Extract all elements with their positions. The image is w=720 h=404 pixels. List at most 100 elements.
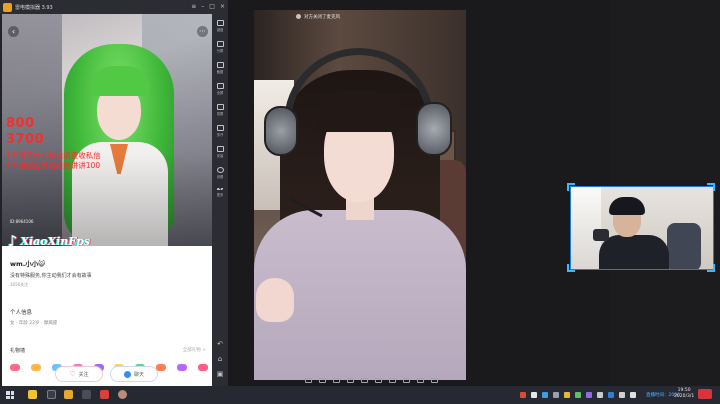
- app-grey-icon[interactable]: [82, 390, 91, 399]
- webcam-chair: [667, 223, 701, 269]
- back-icon[interactable]: ‹: [8, 26, 19, 37]
- desktop: 雷电模拟器 3.93 ≡ – □ × ‹ ⋯ 800 3700 1个哥哥什么私信…: [0, 0, 720, 404]
- profile-info: 女 · 年龄 22岁 · 摩羯座: [10, 321, 58, 326]
- toolbar-label: 全屏: [216, 91, 224, 95]
- tray-app-icon[interactable]: [564, 391, 570, 398]
- chat-icon: [123, 370, 131, 378]
- app-red-icon[interactable]: [100, 390, 109, 399]
- toolbar-settings[interactable]: 设置: [212, 167, 228, 179]
- more-icon[interactable]: ⋯: [197, 26, 208, 37]
- more-icon: [216, 188, 224, 191]
- emulator-logo-icon: [3, 2, 12, 12]
- emulator-titlebar[interactable]: 雷电模拟器 3.93 ≡ – □ ×: [0, 0, 228, 14]
- webcam-corner: [567, 264, 575, 272]
- tray-app-icon[interactable]: [542, 391, 548, 398]
- toolbar-screenshot[interactable]: 截图: [212, 62, 228, 74]
- main-video-feed[interactable]: [254, 10, 466, 380]
- taskbar-clock[interactable]: 19:50 2020/3/1: [674, 388, 694, 400]
- video-hand: [256, 278, 294, 322]
- mic-icon[interactable]: [333, 378, 340, 383]
- tray-app-icon[interactable]: [520, 391, 526, 398]
- minimize-button[interactable]: –: [201, 2, 204, 11]
- webcam-body: [599, 235, 669, 269]
- gift-wall: [10, 364, 208, 371]
- profile-section-title: 个人信息: [10, 310, 33, 316]
- fullscreen-icon: [216, 83, 224, 89]
- recent-apps-icon[interactable]: ▣: [216, 370, 224, 378]
- tray-app-icon[interactable]: [531, 391, 537, 398]
- home-icon[interactable]: ⌂: [216, 355, 224, 363]
- tray-app-icon[interactable]: [619, 391, 625, 398]
- notification-icon[interactable]: [698, 389, 712, 399]
- tray-app-icon[interactable]: [586, 391, 592, 398]
- gift-icon[interactable]: [177, 364, 187, 371]
- app-avatar-icon[interactable]: [118, 390, 127, 399]
- settings-icon[interactable]: [417, 378, 424, 383]
- install-icon: [216, 146, 224, 152]
- windows-start-icon[interactable]: [6, 391, 14, 399]
- toolbar-keyboard[interactable]: 键盘: [212, 20, 228, 32]
- tray-app-icon[interactable]: [630, 391, 636, 398]
- more-icon[interactable]: [431, 378, 438, 383]
- headset-cup-right: [416, 102, 452, 156]
- toolbar-split[interactable]: 分屏: [212, 41, 228, 53]
- record-icon: [216, 104, 224, 110]
- webcam-corner: [707, 183, 715, 191]
- gift-icon[interactable]: [361, 378, 368, 383]
- system-tray: [520, 390, 636, 399]
- tray-app-icon[interactable]: [597, 391, 603, 398]
- toolbar-label: 录屏: [216, 112, 224, 116]
- gift-wall-title: 礼物墙: [10, 348, 26, 354]
- menu-button[interactable]: ≡: [191, 2, 196, 11]
- toolbar-label: 多开: [216, 133, 224, 137]
- follow-button[interactable]: ♡ 关注: [55, 366, 103, 382]
- video-icon[interactable]: [347, 378, 354, 383]
- camera-icon[interactable]: [319, 378, 326, 383]
- streamer-webcam[interactable]: [570, 186, 714, 270]
- gift-icon[interactable]: [197, 364, 208, 371]
- toolbar-more[interactable]: 更多: [212, 188, 228, 197]
- search-app-icon[interactable]: [47, 390, 56, 399]
- chat-button[interactable]: 聊天: [110, 366, 158, 382]
- back-icon[interactable]: ↶: [216, 340, 224, 348]
- webcam-corner: [567, 183, 575, 191]
- window-controls: ≡ – □ ×: [191, 2, 225, 11]
- grid-icon[interactable]: [389, 378, 396, 383]
- toolbar-multi[interactable]: 多开: [212, 125, 228, 137]
- close-button[interactable]: ×: [220, 2, 225, 11]
- video-controls: [305, 376, 438, 385]
- toolbar-label: 截图: [216, 70, 224, 74]
- webcam-mic: [593, 229, 609, 241]
- tray-app-icon[interactable]: [575, 391, 581, 398]
- toolbar-label: 分屏: [216, 49, 224, 53]
- gift-icon[interactable]: [30, 364, 41, 371]
- maximize-button[interactable]: □: [209, 2, 215, 11]
- screen-icon[interactable]: [305, 378, 312, 383]
- gift-icon[interactable]: [156, 364, 167, 371]
- gift-wall-more-link[interactable]: 全部礼物 >: [183, 347, 206, 353]
- watermark-id: ID:8964106: [10, 219, 34, 224]
- toolbar-install[interactable]: 安装: [212, 146, 228, 158]
- gift-icon[interactable]: [10, 364, 20, 371]
- toolbar-label: 设置: [216, 175, 224, 179]
- folder-app-icon[interactable]: [64, 390, 73, 399]
- emulator-sidebar: 键盘 分屏 截图 全屏 录屏 多开 安装 设置 更多 ↶ ⌂ ▣: [212, 14, 228, 386]
- video-status-bar: 对方关闭了麦克风: [296, 12, 422, 21]
- emulator-window: 雷电模拟器 3.93 ≡ – □ × ‹ ⋯ 800 3700 1个哥哥什么私信…: [0, 0, 228, 386]
- heart-icon: ♡: [69, 370, 76, 378]
- tray-app-icon[interactable]: [553, 391, 559, 398]
- webcam-corner: [707, 264, 715, 272]
- toolbar-record[interactable]: 录屏: [212, 104, 228, 116]
- profile-name: wm.小小😺: [10, 260, 46, 268]
- video-status-text: 对方关闭了麦克风: [304, 14, 340, 20]
- app-yellow-icon[interactable]: [28, 390, 37, 399]
- profile-follow-count[interactable]: 1656关注: [10, 282, 28, 288]
- toolbar-label: 安装: [216, 154, 224, 158]
- headset-cup-left: [264, 106, 298, 156]
- clock-date: 2020/3/1: [674, 394, 695, 399]
- toolbar-label: 更多: [216, 193, 224, 197]
- toolbar-fullscreen[interactable]: 全屏: [212, 83, 228, 95]
- tray-app-icon[interactable]: [608, 391, 614, 398]
- image-icon[interactable]: [375, 378, 382, 383]
- pen-icon[interactable]: [403, 378, 410, 383]
